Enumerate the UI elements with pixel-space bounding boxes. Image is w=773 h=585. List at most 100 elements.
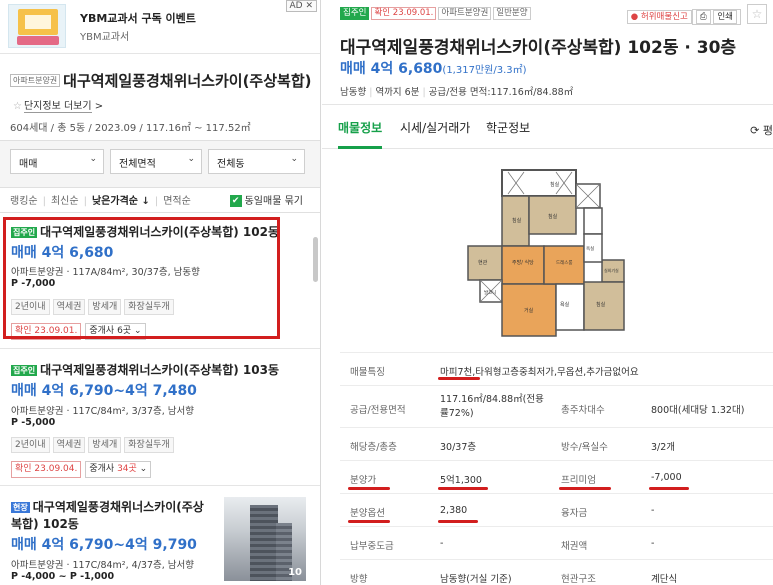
chevron-right-icon: > [94, 101, 104, 112]
active-tab-indicator [338, 146, 382, 149]
report-button[interactable]: ● 허위매물신고 [626, 10, 692, 24]
fp-label: 발코니 [484, 289, 496, 296]
detail-price-unit: (1,317만원/3.3㎡) [442, 65, 527, 76]
info-value: 800대(세대당 1.32대) [651, 405, 745, 416]
complex-info-link-label[interactable]: 단지정보 더보기 [23, 101, 92, 113]
building-value: 전체동 [217, 159, 245, 170]
tab-listing-info[interactable]: 매물정보 [338, 119, 382, 136]
info-value: 117.16㎡/84.88㎡(전용률72%) [440, 394, 544, 419]
fp-label: 침실 [596, 301, 606, 308]
fp-label: 드레스룸 [556, 259, 573, 266]
agent-count-button[interactable]: 중개사 34곳 ⌄ [85, 461, 152, 478]
confirm-date-badge: 확인 23.09.01. [371, 7, 437, 20]
ad-title[interactable]: YBM교과서 구독 이벤트 [80, 10, 196, 26]
scrollbar[interactable] [313, 237, 318, 282]
ad-close-button[interactable]: AD ✕ [285, 0, 317, 12]
detail-meta: 남동향 | 역까지 6분 | 공급/전용 면적:117.16㎡/84.88㎡ [340, 87, 574, 98]
refresh-button[interactable]: ⟳ 평 [750, 122, 773, 138]
listing-tags: 2년이내 역세권 방세개 화장실두개 [11, 432, 177, 453]
listing-title-cont[interactable]: 복합) 102동 [11, 515, 79, 532]
info-value: - [651, 538, 655, 549]
info-label: 현관구조 [561, 574, 596, 585]
detail-price: 매매 4억 6,680(1,317만원/3.3㎡) [340, 58, 527, 78]
sort-area[interactable]: 면적순 [163, 196, 191, 207]
detail-panel: 집주인 확인 23.09.01. 아파트분양권 일반분양 ● 허위매물신고 ⎙ 인쇄 ☆… [322, 0, 773, 585]
complex-name: 대구역제일풍경채위너스카이(주상복합) [63, 72, 312, 90]
sale-type-tag: 일반분양 [493, 7, 531, 20]
info-value: -7,000 [651, 472, 682, 483]
annotation-underline [438, 487, 488, 490]
listing-premium: P -5,000 [11, 417, 56, 428]
detail-direction: 남동향 [340, 87, 367, 98]
complex-info-link[interactable]: ☆ 단지정보 더보기 > [10, 97, 315, 113]
listing-price: 매매 4억 6,790~4억 9,790 [11, 537, 197, 553]
ad-thumbnail-screen [18, 9, 58, 35]
photo-building [250, 505, 278, 581]
listing-title-row[interactable]: 집주인 대구역제일풍경채위너스카이(주상복합) 103동 [11, 361, 279, 378]
chevron-down-icon: ⌄ [89, 154, 97, 164]
floor-plan[interactable]: 침실 침실 침실 현관 발코니 주방/ 식당 거실 드레스룸 욕실 욕실 침실 … [460, 164, 635, 339]
info-row: 해당층/총층 30/37층 방수/욕실수 3/2개 [340, 427, 773, 460]
detail-tabs: 매물정보 시세/실거래가 학군정보 ⟳ 평 [322, 104, 773, 149]
info-value: 남동향(거실 기준) [440, 574, 512, 585]
agent-count-value: 34곳 [117, 464, 137, 474]
info-value: 3/2개 [651, 442, 676, 453]
detail-title: 대구역제일풍경채위너스카이(주상복합) 102동 · 30층 [340, 38, 737, 58]
info-label: 매물특징 [350, 367, 385, 378]
tab-price-history[interactable]: 시세/실거래가 [400, 119, 470, 136]
area-select[interactable]: 전체면적 ⌄ [110, 149, 202, 174]
ad-banner[interactable]: YBM교과서 구독 이벤트 YBM교과서 AD ✕ [0, 0, 320, 54]
complex-meta: 604세대 / 총 5동 / 2023.09 / 117.16㎡ ~ 117.5… [10, 123, 251, 134]
tab-school-info[interactable]: 학군정보 [486, 119, 530, 136]
star-icon[interactable]: ☆ [747, 4, 767, 24]
info-row: 분양가 5억1,300 프리미엄 -7,000 [340, 460, 773, 493]
info-value: 마피7천,타워형고층중최저가,무옵션,추가금없어요 [440, 367, 639, 378]
fp-label: 욕실 [586, 245, 594, 252]
trade-type-select[interactable]: 매매 ⌄ [10, 149, 104, 174]
print-icon: ⎙ [695, 10, 711, 24]
info-value: 30/37층 [440, 442, 477, 453]
owner-badge: 집주인 [11, 365, 38, 376]
fp-label: 침실 [512, 217, 522, 224]
info-row: 방향 남동향(거실 기준) 현관구조 계단식 [340, 559, 773, 585]
listing-title-row[interactable]: 현장 대구역제일풍경채위너스카이(주상 [11, 498, 204, 515]
group-same-listing-label: 동일매물 묶기 [244, 196, 303, 207]
feature-tag: 화장실두개 [124, 437, 174, 453]
feature-tag: 2년이내 [11, 437, 50, 453]
sort-bar: 랭킹순 | 최신순 | 낮은가격순 ↓ | 면적순 ✔ 동일매물 묶기 [10, 192, 315, 207]
complex-header: 아파트분양권 대구역제일풍경채위너스카이(주상복합) ☆ 단지정보 더보기 > 60… [10, 70, 315, 134]
type-tag: 아파트분양권 [438, 7, 492, 20]
listing-title[interactable]: 대구역제일풍경채위너스카이(주상 [33, 500, 204, 514]
info-value: 계단식 [651, 574, 678, 585]
listing-item[interactable]: 집주인 대구역제일풍경채위너스카이(주상복합) 103동 매매 4억 6,790~… [0, 349, 320, 486]
area-value: 전체면적 [119, 159, 156, 170]
group-same-listing-checkbox[interactable]: ✔ 동일매물 묶기 [229, 192, 303, 207]
fp-label: 현관 [478, 259, 488, 266]
info-label: 분양옵션 [350, 508, 385, 519]
sort-ranking[interactable]: 랭킹순 [10, 196, 38, 207]
info-row: 매물특징 마피7천,타워형고층중최저가,무옵션,추가금없어요 [340, 352, 773, 385]
building-select[interactable]: 전체동 ⌄ [208, 149, 305, 174]
info-label: 채권액 [561, 541, 588, 552]
photo-count: 10 [288, 567, 302, 578]
info-label: 공급/전용면적 [350, 405, 406, 416]
listing-photo[interactable]: 10 [224, 497, 306, 581]
print-button[interactable]: ⎙ 인쇄 [691, 9, 741, 25]
info-row: 납부중도금 - 채권액 - [340, 526, 773, 559]
feature-tag: 역세권 [52, 437, 86, 453]
ad-thumbnail[interactable] [8, 4, 66, 48]
checkbox-checked-icon[interactable]: ✔ [229, 195, 242, 207]
sort-latest[interactable]: 최신순 [51, 196, 79, 207]
info-label: 해당층/총층 [350, 442, 397, 453]
listing-panel: YBM교과서 구독 이벤트 YBM교과서 AD ✕ 아파트분양권 대구역제일풍경채… [0, 0, 321, 585]
ad-subtitle: YBM교과서 [80, 32, 130, 43]
complex-type-tag: 아파트분양권 [10, 74, 61, 87]
sort-low-price[interactable]: 낮은가격순 ↓ [92, 196, 150, 207]
listing-premium: P -4,000 ~ P -1,000 [11, 571, 115, 582]
star-icon[interactable]: ☆ [13, 101, 22, 112]
annotation-underline [348, 520, 390, 523]
listing-title[interactable]: 대구역제일풍경채위너스카이(주상복합) 103동 [40, 363, 279, 377]
info-row: 분양옵션 2,380 융자금 - [340, 493, 773, 526]
detail-price-value: 매매 4억 6,680 [340, 61, 443, 77]
fp-label: 주방/ 식당 [512, 259, 534, 266]
